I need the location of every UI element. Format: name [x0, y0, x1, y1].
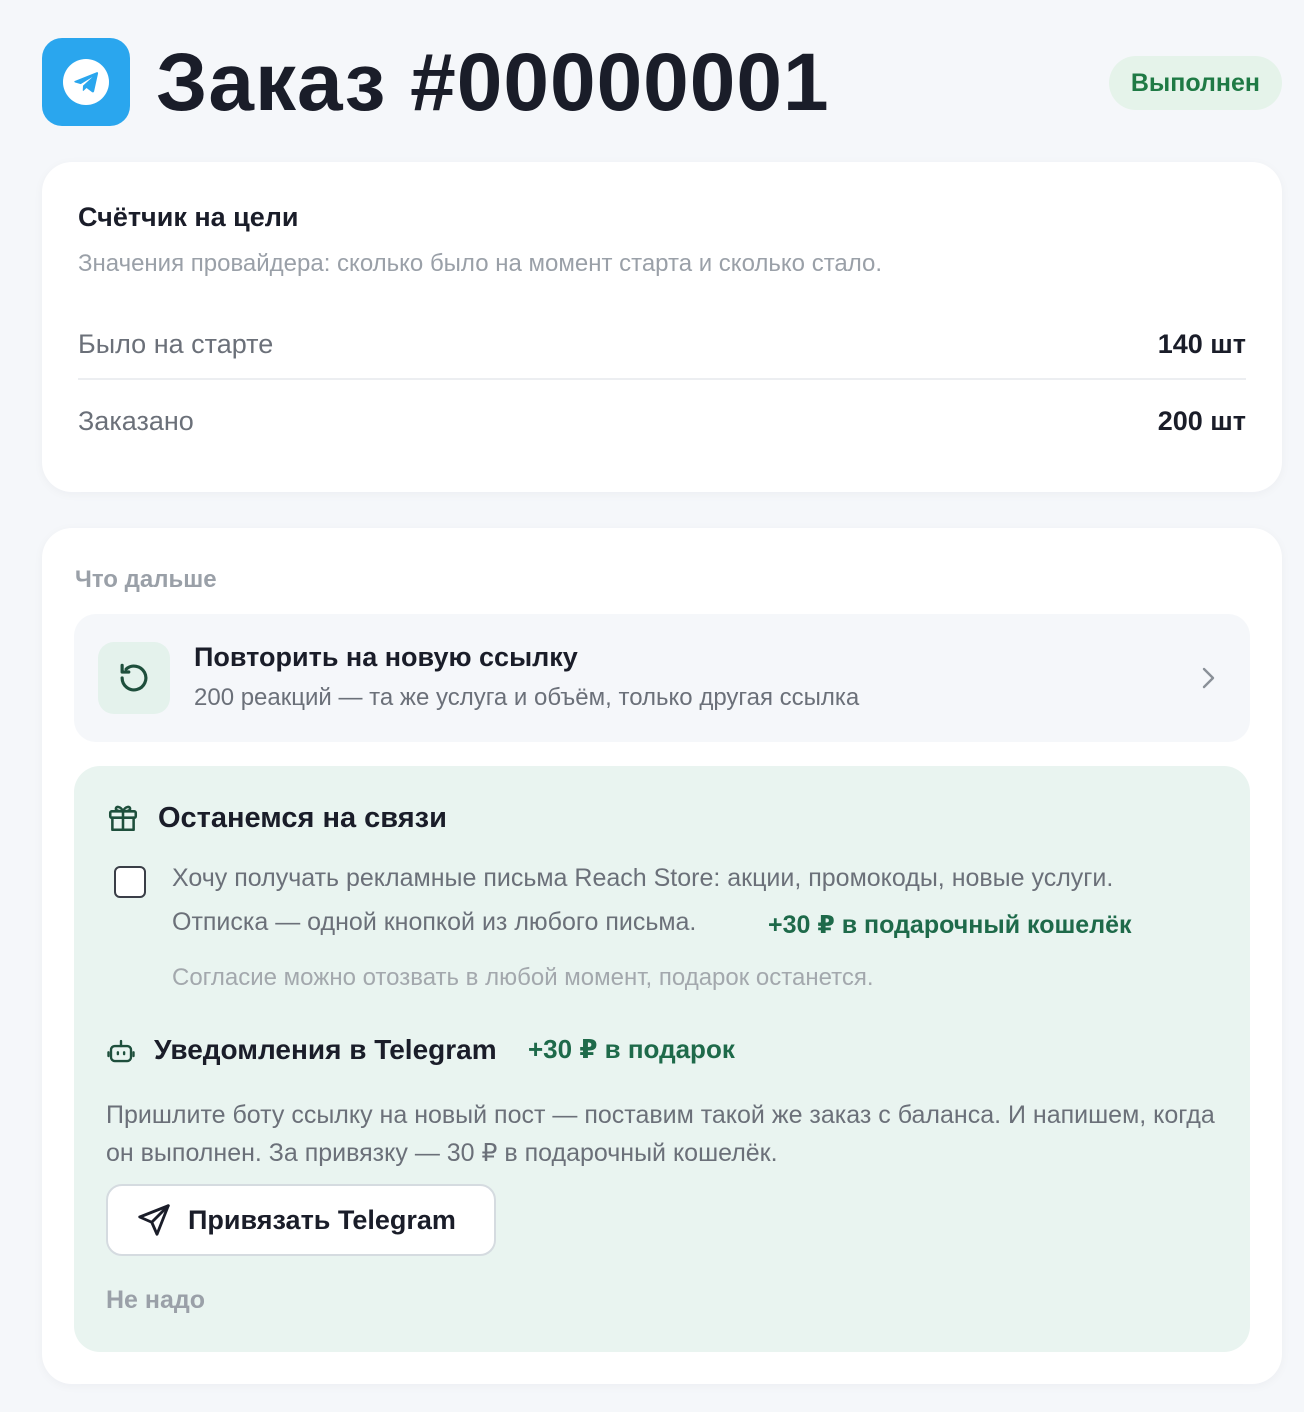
link-telegram-button[interactable]: Привязать Telegram [106, 1184, 496, 1256]
order-header: Заказ #00000001 Выполнен [42, 38, 1282, 128]
bot-icon [107, 1039, 135, 1063]
consent-text-line2: Отписка — одной кнопкой из любого письма… [172, 908, 697, 936]
telegram-notify-bonus: +30 ₽ в подарок [528, 1034, 735, 1064]
row-label: Заказано [78, 405, 194, 436]
repeat-title: Повторить на новую ссылку [194, 642, 578, 672]
row-label: Было на старте [78, 328, 274, 359]
status-badge: Выполнен [1108, 56, 1282, 110]
repeat-description: 200 реакций — та же услуга и объём, толь… [194, 684, 860, 711]
consent-bonus: +30 ₽ в подарочный кошелёк [768, 911, 1132, 939]
gift-icon [108, 805, 138, 832]
counter-card: Счётчик на цели Значения провайдера: ско… [42, 162, 1282, 492]
chevron-right-icon [1202, 667, 1215, 689]
telegram-description: Пришлите боту ссылку на новый пост — пос… [106, 1101, 1215, 1167]
counter-row-ordered: Заказано 200 шт [78, 386, 1246, 456]
order-page: Заказ #00000001 Выполнен Счётчик на цели… [0, 0, 1304, 1412]
consent-note: Согласие можно отозвать в любой момент, … [172, 964, 874, 991]
send-icon [138, 1204, 170, 1236]
telegram-notify-title: Уведомления в Telegram [154, 1034, 497, 1065]
row-value: 140 шт [1157, 328, 1246, 359]
repeat-order-item[interactable]: Повторить на новую ссылку 200 реакций — … [74, 614, 1250, 742]
counter-title: Счётчик на цели [78, 202, 299, 232]
stay-in-touch-panel: Останемся на связи Хочу получать рекламн… [74, 766, 1250, 1352]
telegram-icon [42, 38, 130, 126]
consent-text-line1: Хочу получать рекламные письма Reach Sto… [172, 864, 1114, 892]
stay-title: Останемся на связи [158, 802, 447, 834]
refresh-icon [98, 642, 170, 714]
page-title: Заказ #00000001 [156, 37, 830, 128]
counter-row-start: Было на старте 140 шт [78, 310, 1246, 380]
row-value: 200 шт [1157, 405, 1246, 436]
counter-subtitle: Значения провайдера: сколько было на мом… [78, 250, 883, 277]
link-telegram-label: Привязать Telegram [188, 1204, 456, 1235]
dismiss-link[interactable]: Не надо [106, 1286, 205, 1315]
marketing-consent-checkbox[interactable] [114, 866, 146, 898]
next-heading: Что дальше [75, 566, 217, 593]
next-steps-card: Что дальше Повторить на новую ссылку 200… [42, 528, 1282, 1384]
